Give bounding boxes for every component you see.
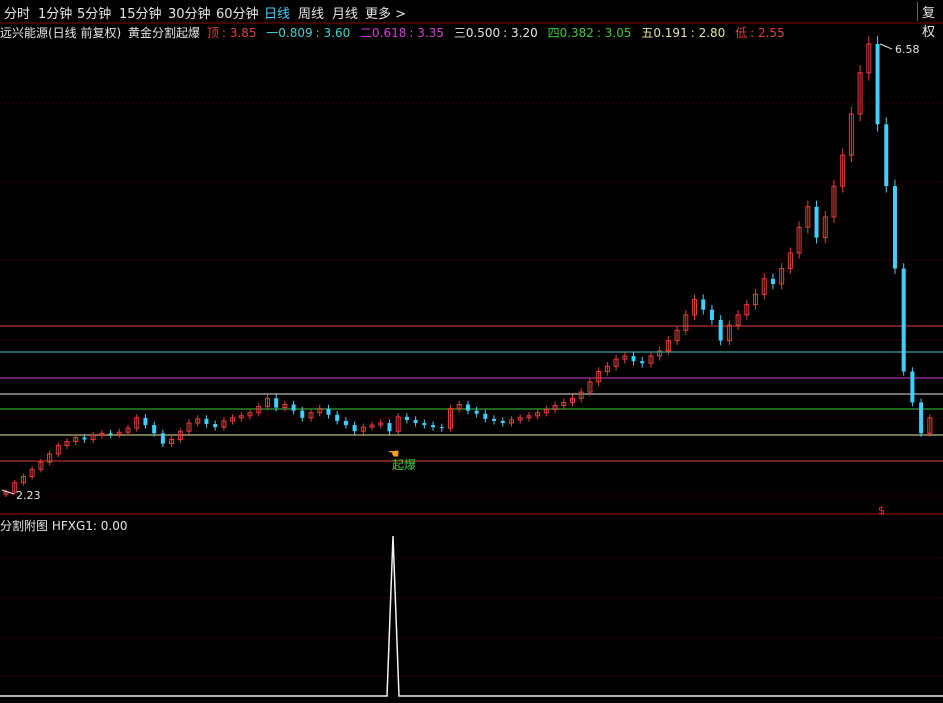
candle-body	[718, 320, 723, 341]
grid-lines	[0, 102, 943, 677]
candle-body	[500, 420, 505, 423]
sub-title: 分割附图	[0, 519, 49, 533]
candle-body	[901, 268, 906, 372]
candle-body	[875, 44, 880, 125]
candles	[3, 35, 933, 498]
candle-body	[465, 404, 470, 411]
candle-body	[814, 206, 819, 238]
candle-body	[160, 433, 165, 444]
high-pointer	[879, 43, 893, 50]
candle-body	[326, 408, 331, 415]
hfxg1-line	[0, 535, 943, 697]
candle-body	[483, 413, 488, 419]
candle-body	[709, 309, 714, 321]
candle-body	[352, 425, 357, 432]
candle-body	[82, 437, 87, 440]
candle-body	[404, 416, 409, 420]
candle-body	[335, 414, 340, 421]
sub-indicator-header: 分割附图 HFXG1: 0.00	[0, 517, 128, 534]
candle-body	[439, 427, 444, 429]
signal-label: 起爆	[392, 458, 416, 472]
sub-indicator-value: HFXG1: 0.00	[51, 519, 128, 533]
candle-body	[274, 398, 279, 408]
candle-body	[204, 418, 209, 425]
candle-body	[884, 124, 889, 187]
candle-body	[143, 417, 148, 426]
candle-body	[422, 422, 427, 426]
low-label: 2.23	[16, 489, 41, 502]
candle-body	[919, 402, 924, 434]
candle-body	[492, 418, 497, 421]
candle-body	[108, 433, 113, 435]
candle-body	[387, 422, 392, 432]
dollar-mark: $	[878, 504, 885, 517]
candle-body	[474, 410, 479, 414]
candle-body	[631, 356, 636, 362]
candle-body	[910, 371, 915, 403]
candle-body	[640, 361, 645, 364]
candle-body	[413, 419, 418, 423]
candle-body	[213, 424, 218, 428]
candle-body	[291, 404, 296, 411]
candle-body	[343, 420, 348, 426]
candle-body	[770, 278, 775, 284]
candle-body	[431, 425, 436, 428]
candle-body	[892, 186, 897, 269]
candle-body	[300, 410, 305, 418]
candle-body	[701, 299, 706, 310]
candle-body	[152, 425, 157, 434]
candlestick-chart[interactable]: 6.58 2.23 ☚ 起爆 $	[0, 0, 943, 703]
high-label: 6.58	[895, 43, 920, 56]
